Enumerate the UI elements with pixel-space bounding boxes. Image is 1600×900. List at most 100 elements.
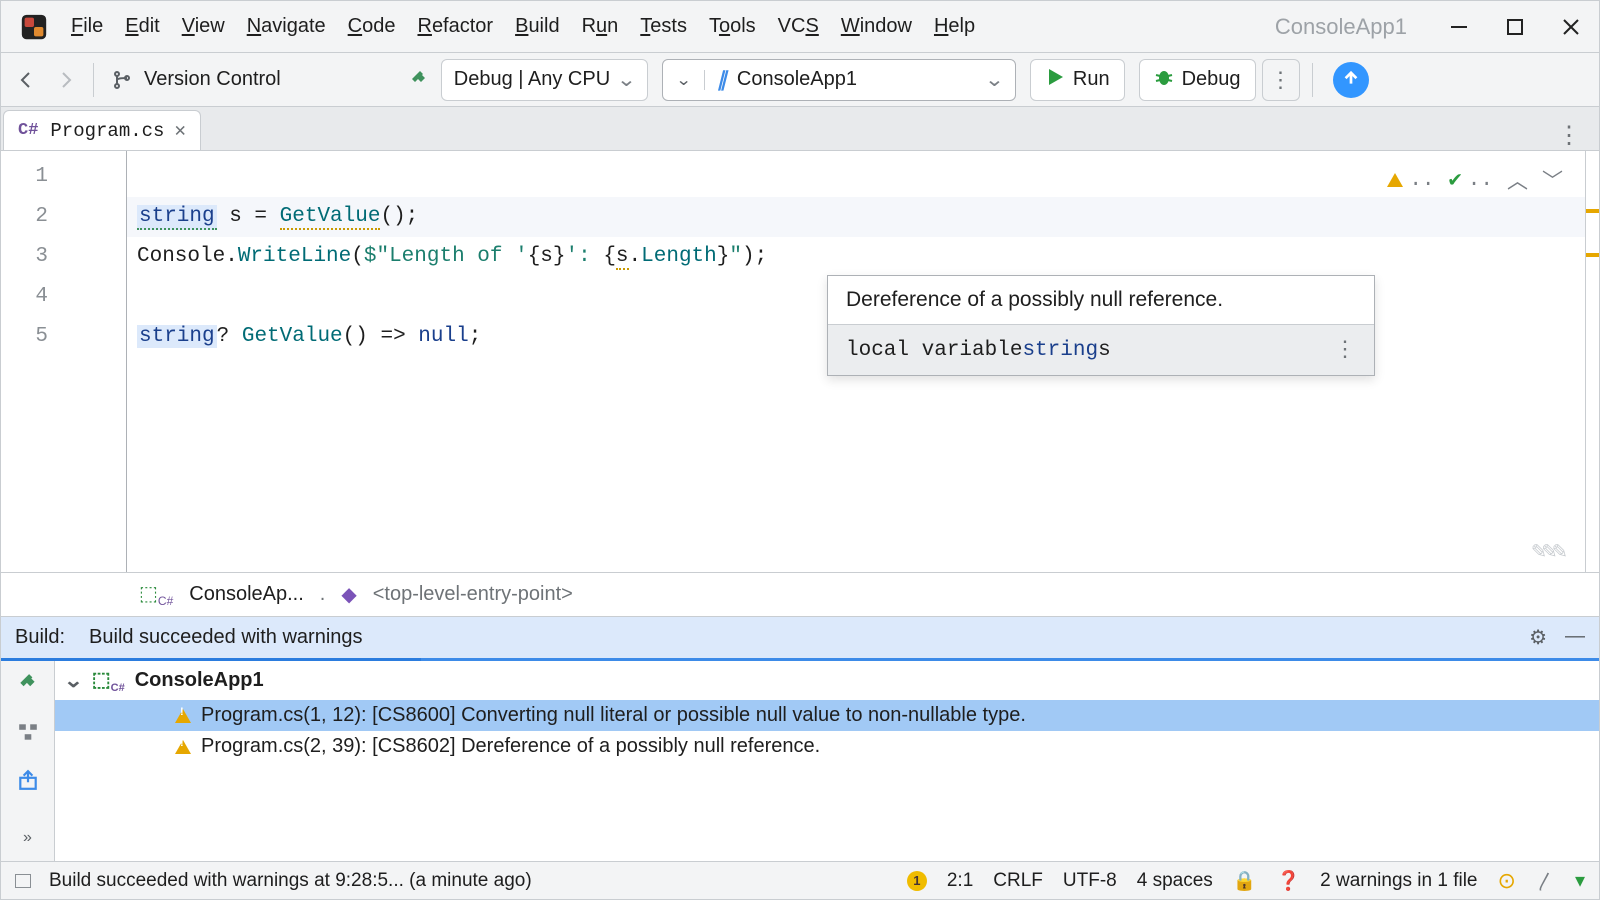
status-build-message[interactable]: Build succeeded with warnings at 9:28:5.… [49, 870, 532, 892]
build-head-status: Build succeeded with warnings [89, 626, 363, 649]
build-side-rail: » [1, 661, 55, 861]
back-button[interactable] [11, 64, 43, 96]
build-head-label: Build: [15, 626, 65, 649]
menu-run[interactable]: Run [572, 9, 629, 44]
menu-window[interactable]: Window [831, 9, 922, 44]
inspection-profile-icon[interactable]: ❓ [1276, 869, 1300, 893]
menu-tests[interactable]: Tests [630, 9, 697, 44]
menu-vcs[interactable]: VCS [768, 9, 829, 44]
error-stripe[interactable] [1585, 151, 1599, 572]
file-encoding[interactable]: UTF-8 [1063, 870, 1117, 892]
build-messages[interactable]: ⌄ ⬚C# ConsoleApp1 ! Program.cs(1, 12): [… [55, 661, 1599, 861]
expand-icon[interactable]: » [15, 825, 41, 851]
warning-icon: ! [175, 740, 191, 754]
build-config-text: Debug | Any CPU [454, 68, 610, 91]
editor-tab-strip: C# Program.cs ✕ ⋮ [1, 107, 1599, 151]
tab-overflow-button[interactable]: ⋮ [1557, 121, 1581, 150]
build-warning-message[interactable]: ! Program.cs(2, 39): [CS8602] Dereferenc… [55, 731, 1599, 762]
csharp-project-icon: ⬚C# [92, 667, 125, 694]
breadcrumb-project[interactable]: ConsoleAp... [189, 583, 304, 606]
menu-bar: File Edit View Navigate Code Refactor Bu… [1, 1, 1599, 53]
indent-setting[interactable]: 4 spaces [1137, 870, 1213, 892]
menu-file[interactable]: File [61, 9, 113, 44]
lock-icon[interactable]: 🔒 [1233, 869, 1257, 893]
project-name: ConsoleApp1 [1275, 14, 1407, 40]
menu-edit[interactable]: Edit [115, 9, 169, 44]
vcs-branch-icon[interactable] [106, 64, 138, 96]
pulse-icon[interactable]: 〳 [1536, 867, 1555, 894]
hammer-icon[interactable] [15, 671, 41, 697]
menu-tools[interactable]: Tools [699, 9, 766, 44]
warning-icon: ! [175, 709, 191, 723]
ide-window: File Edit View Navigate Code Refactor Bu… [0, 0, 1600, 900]
code-with-me-button[interactable] [1333, 62, 1369, 98]
run-button[interactable]: Run [1030, 59, 1125, 101]
build-config-dropdown[interactable]: Debug | Any CPU ⌄ [441, 59, 648, 101]
build-warning-message[interactable]: ! Program.cs(1, 12): [CS8600] Converting… [55, 700, 1599, 731]
menu-items: File Edit View Navigate Code Refactor Bu… [61, 9, 985, 44]
tab-close-button[interactable]: ✕ [174, 119, 185, 142]
run-config-selector[interactable]: ⌄ ∥ ConsoleApp1 ⌄ [662, 59, 1016, 101]
more-actions-button[interactable]: ⋮ [1262, 59, 1300, 101]
code-editor[interactable]: 1 2 3 4 5 string s = GetValue(); Console… [1, 151, 1599, 572]
warning-marker[interactable] [1586, 253, 1599, 257]
maximize-button[interactable] [1487, 1, 1543, 53]
export-log-icon[interactable] [15, 767, 41, 793]
line-ending[interactable]: CRLF [993, 870, 1043, 892]
breadcrumb-method[interactable]: <top-level-entry-point> [373, 583, 573, 606]
hint-message: Dereference of a possibly null reference… [828, 276, 1374, 324]
debug-button[interactable]: Debug [1139, 59, 1256, 101]
forward-button[interactable] [49, 64, 81, 96]
build-icon[interactable] [403, 64, 435, 96]
editor-tab[interactable]: C# Program.cs ✕ [3, 110, 201, 150]
hide-panel-button[interactable]: — [1565, 625, 1585, 650]
app-logo-icon [19, 12, 49, 42]
csharp-project-icon: ∥ [717, 67, 727, 92]
check-icon: ✔ [1449, 167, 1462, 193]
menu-navigate[interactable]: Navigate [237, 9, 336, 44]
chevron-down-icon: ⌄ [616, 67, 636, 92]
build-panel-header: Build: Build succeeded with warnings ⚙ — [1, 617, 1599, 661]
shield-icon[interactable]: ▾ [1575, 868, 1585, 893]
next-problem-button[interactable]: ﹀ [1542, 165, 1563, 195]
menu-refactor[interactable]: Refactor [407, 9, 503, 44]
main-toolbar: Version Control Debug | Any CPU ⌄ ⌄ ∥ Co… [1, 53, 1599, 107]
run-config-name: ConsoleApp1 [737, 68, 857, 91]
code-hint-popup: Dereference of a possibly null reference… [827, 275, 1375, 376]
bug-icon [1154, 67, 1174, 93]
close-button[interactable] [1543, 1, 1599, 53]
pencils-icon[interactable]: ✎✎✎ [1532, 536, 1563, 566]
menu-code[interactable]: Code [338, 9, 406, 44]
play-icon [1045, 67, 1065, 93]
caret-position[interactable]: 2:1 [947, 870, 973, 892]
separator [93, 63, 94, 97]
build-project-node[interactable]: ⌄ ⬚C# ConsoleApp1 [55, 661, 1599, 700]
menu-view[interactable]: View [172, 9, 235, 44]
circle-warning-icon[interactable]: ⊙ [1498, 868, 1516, 894]
warning-marker[interactable] [1586, 209, 1599, 213]
vcs-label[interactable]: Version Control [144, 68, 281, 91]
method-icon: ◆ [341, 582, 356, 607]
chevron-down-icon: ⌄ [984, 67, 1004, 92]
warnings-count[interactable]: 2 warnings in 1 file [1320, 870, 1477, 892]
gear-icon[interactable]: ⚙ [1529, 625, 1547, 650]
minimize-button[interactable] [1431, 1, 1487, 53]
tree-view-icon[interactable] [15, 719, 41, 745]
hint-symbol-row[interactable]: local variable string s ⋮ [828, 324, 1374, 375]
breadcrumb: ⬚C# ConsoleAp... . ◆ <top-level-entry-po… [1, 572, 1599, 616]
build-tool-window: Build: Build succeeded with warnings ⚙ —… [1, 616, 1599, 861]
problems-badge[interactable]: 1 [907, 871, 927, 891]
status-bar: Build succeeded with warnings at 9:28:5.… [1, 861, 1599, 899]
hint-more-button[interactable]: ⋮ [1334, 337, 1356, 363]
menu-help[interactable]: Help [924, 9, 985, 44]
tool-windows-toggle-icon[interactable] [15, 874, 31, 888]
csharp-file-icon: C# [18, 121, 38, 140]
line-gutter: 1 2 3 4 5 [1, 151, 127, 572]
prev-problem-button[interactable]: ︿ [1507, 165, 1528, 195]
inspection-widget[interactable]: .. ✔.. ︿ ﹀ [1387, 165, 1563, 195]
run-config-prev-button[interactable]: ⌄ [663, 70, 705, 90]
csharp-project-icon: ⬚C# [139, 581, 173, 608]
window-controls [1431, 1, 1599, 53]
code-area[interactable]: string s = GetValue(); Console.WriteLine… [127, 151, 1585, 572]
menu-build[interactable]: Build [505, 9, 569, 44]
